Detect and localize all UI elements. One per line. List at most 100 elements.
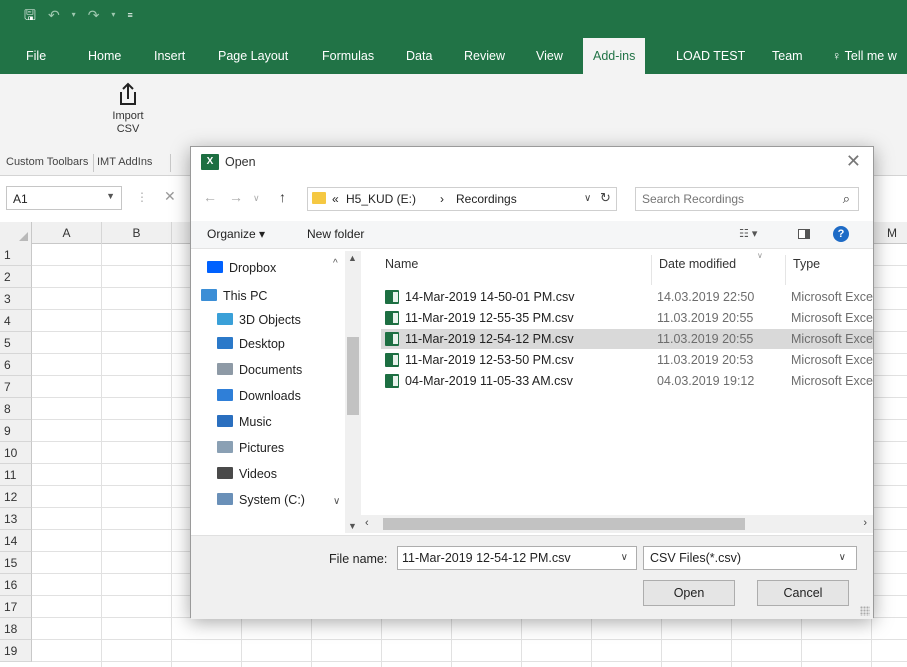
file-row[interactable]: 11-Mar-2019 12-53-50 PM.csv 11.03.2019 20…: [381, 350, 873, 370]
nav-item[interactable]: 3D Objects: [217, 309, 301, 331]
change-view-icon[interactable]: ☷ ▾: [739, 227, 757, 240]
back-arrow-icon[interactable]: ←: [203, 189, 217, 205]
row-header[interactable]: 8: [0, 398, 32, 420]
cancel-button[interactable]: Cancel: [757, 580, 849, 606]
nav-item[interactable]: Music: [217, 411, 272, 433]
scroll-right-icon[interactable]: ›: [863, 517, 867, 529]
redo-icon[interactable]: ↷: [88, 8, 100, 22]
file-list-hscrollbar[interactable]: ‹ ›: [361, 515, 873, 533]
file-name-input[interactable]: [402, 550, 612, 566]
scrollbar-thumb[interactable]: [383, 518, 745, 530]
nav-item[interactable]: Documents: [217, 359, 302, 381]
tab-view[interactable]: View: [536, 38, 563, 74]
column-type-header[interactable]: Type: [793, 257, 820, 271]
row-header[interactable]: 15: [0, 552, 32, 574]
chevron-down-icon[interactable]: ∨: [584, 193, 591, 204]
column-header-m[interactable]: M: [872, 222, 907, 244]
row-header[interactable]: 18: [0, 618, 32, 640]
column-header-a[interactable]: A: [32, 222, 102, 244]
refresh-icon[interactable]: ↻: [600, 190, 611, 206]
breadcrumb-drive[interactable]: H5_KUD (E:): [346, 192, 416, 206]
row-header[interactable]: 13: [0, 508, 32, 530]
row-header[interactable]: 2: [0, 266, 32, 288]
tab-file[interactable]: File: [26, 38, 46, 74]
tell-me-box[interactable]: ♀ Tell me w: [832, 38, 897, 74]
row-header[interactable]: 4: [0, 310, 32, 332]
nav-item[interactable]: Dropbox: [207, 257, 276, 279]
column-header-b[interactable]: B: [102, 222, 172, 244]
file-row[interactable]: 04-Mar-2019 11-05-33 AM.csv 04.03.2019 19…: [381, 371, 873, 391]
forward-arrow-icon[interactable]: →: [229, 189, 243, 205]
tab-home[interactable]: Home: [88, 38, 121, 74]
breadcrumb-overflow[interactable]: «: [332, 192, 339, 206]
row-header[interactable]: 16: [0, 574, 32, 596]
breadcrumb-separator[interactable]: ›: [440, 192, 444, 206]
tab-insert[interactable]: Insert: [154, 38, 185, 74]
preview-pane-icon[interactable]: [798, 229, 810, 239]
nav-item[interactable]: Desktop: [217, 333, 285, 355]
search-box[interactable]: ⌕: [635, 187, 859, 211]
tab-data[interactable]: Data: [406, 38, 432, 74]
recent-locations-chevron-icon[interactable]: ∨: [253, 193, 260, 204]
cancel-entry-icon[interactable]: ✕: [164, 188, 176, 205]
scroll-up-icon[interactable]: ▲: [348, 253, 357, 263]
tab-page-layout[interactable]: Page Layout: [218, 38, 288, 74]
chevron-down-icon[interactable]: ∨: [839, 552, 846, 563]
search-icon[interactable]: ⌕: [843, 191, 850, 207]
row-header[interactable]: 9: [0, 420, 32, 442]
column-date-header[interactable]: Date modified: [659, 257, 736, 271]
row-header[interactable]: 10: [0, 442, 32, 464]
row-header[interactable]: 19: [0, 640, 32, 662]
scroll-down-icon[interactable]: ▼: [348, 521, 357, 531]
row-header[interactable]: 14: [0, 530, 32, 552]
chevron-down-icon[interactable]: ▼: [106, 191, 115, 201]
address-bar[interactable]: « H5_KUD (E:) › Recordings ∨ ↻: [307, 187, 617, 211]
row-header[interactable]: 12: [0, 486, 32, 508]
help-icon[interactable]: ?: [833, 226, 849, 242]
breadcrumb-folder[interactable]: Recordings: [456, 192, 517, 206]
organize-button[interactable]: Organize ▾: [207, 227, 265, 241]
customize-qat-icon[interactable]: ≡: [127, 10, 132, 20]
row-header[interactable]: 17: [0, 596, 32, 618]
nav-pane-scrollbar[interactable]: ▲ ▼: [345, 251, 361, 533]
close-icon[interactable]: ✕: [846, 151, 861, 172]
scroll-up-caret-icon[interactable]: ^: [333, 253, 338, 275]
column-name-header[interactable]: Name: [385, 257, 418, 271]
column-divider[interactable]: [785, 255, 786, 285]
file-name-combobox[interactable]: ∨: [397, 546, 637, 570]
undo-icon[interactable]: ↶: [48, 8, 60, 22]
scroll-down-caret-icon[interactable]: ∨: [333, 491, 340, 513]
file-row[interactable]: 11-Mar-2019 12-55-35 PM.csv 11.03.2019 20…: [381, 308, 873, 328]
tab-formulas[interactable]: Formulas: [322, 38, 374, 74]
row-header[interactable]: 5: [0, 332, 32, 354]
row-header[interactable]: 6: [0, 354, 32, 376]
scrollbar-thumb[interactable]: [347, 337, 359, 415]
nav-item[interactable]: Pictures: [217, 437, 284, 459]
nav-item[interactable]: Videos: [217, 463, 277, 485]
resize-grip[interactable]: [860, 606, 870, 616]
search-input[interactable]: [642, 191, 822, 207]
nav-item[interactable]: System (C:): [217, 489, 305, 511]
up-arrow-icon[interactable]: ↑: [279, 189, 286, 205]
file-type-select[interactable]: CSV Files(*.csv) ∨: [643, 546, 857, 570]
open-button[interactable]: Open: [643, 580, 735, 606]
column-divider[interactable]: [651, 255, 652, 285]
chevron-down-icon[interactable]: ∨: [621, 552, 628, 563]
tab-add-ins[interactable]: Add-ins: [583, 38, 646, 74]
new-folder-button[interactable]: New folder: [307, 227, 364, 241]
redo-dropdown-icon[interactable]: ▾: [111, 11, 115, 19]
row-header[interactable]: 1: [0, 244, 32, 266]
row-header[interactable]: 11: [0, 464, 32, 486]
file-row[interactable]: 14-Mar-2019 14-50-01 PM.csv 14.03.2019 22…: [381, 287, 873, 307]
tab-review[interactable]: Review: [464, 38, 505, 74]
select-all-button[interactable]: [0, 222, 32, 244]
nav-item[interactable]: Downloads: [217, 385, 301, 407]
import-csv-button[interactable]: Import CSV: [102, 82, 154, 152]
name-box[interactable]: A1 ▼: [6, 186, 122, 210]
file-row[interactable]: 11-Mar-2019 12-54-12 PM.csv 11.03.2019 20…: [381, 329, 873, 349]
tab-load-test[interactable]: LOAD TEST: [676, 38, 745, 74]
row-header[interactable]: 7: [0, 376, 32, 398]
nav-item[interactable]: This PC: [201, 285, 267, 307]
row-header[interactable]: 3: [0, 288, 32, 310]
tab-team[interactable]: Team: [772, 38, 803, 74]
